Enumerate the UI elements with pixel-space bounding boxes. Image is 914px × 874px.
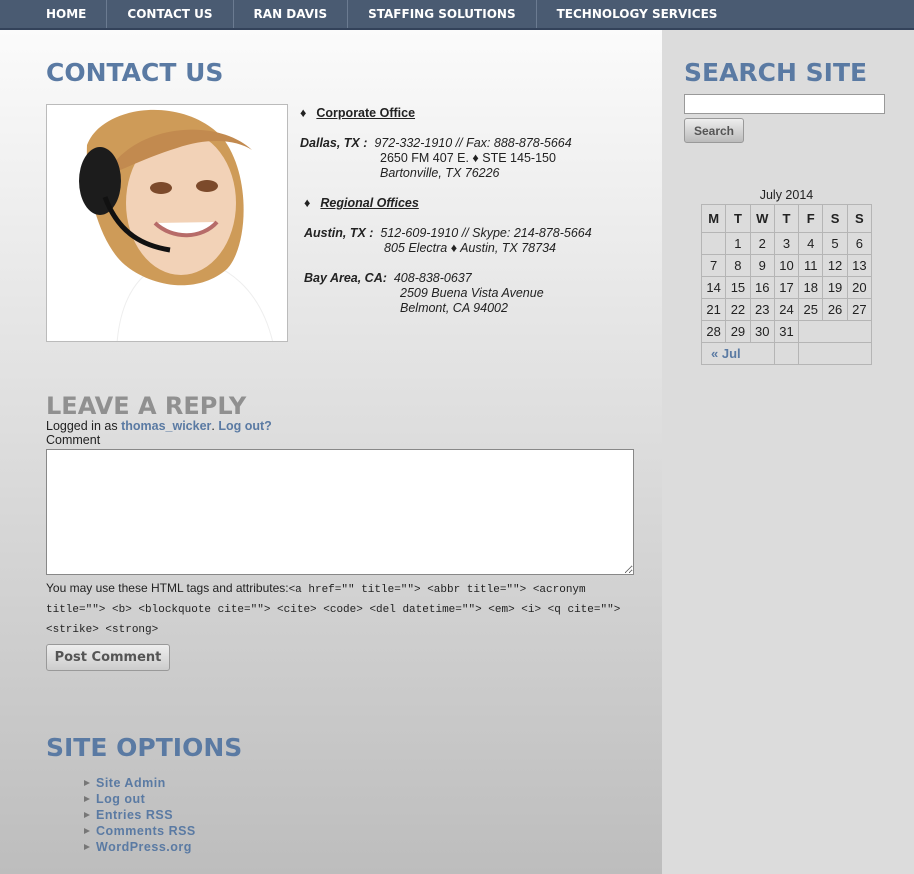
dallas-address-line-2: Bartonville, TX 76226	[380, 166, 500, 180]
nav-staffing-solutions[interactable]: STAFFING SOLUTIONS	[348, 0, 537, 28]
calendar-cell: 8	[725, 254, 751, 277]
main-content: CONTACT US ♦ Corporate Office Dallas, TX …	[0, 30, 662, 874]
calendar-caption: July 2014	[759, 188, 814, 202]
entries-rss-link[interactable]: Entries RSS	[96, 808, 173, 822]
calendar-empty-cell	[798, 320, 872, 343]
page-title: CONTACT US	[46, 58, 224, 87]
calendar-cell: 17	[773, 276, 800, 299]
weekday-header: T	[725, 204, 751, 233]
calendar-cell: 3	[773, 232, 800, 255]
calendar-cell: 14	[700, 276, 727, 299]
office-contact-list: ♦ Corporate Office Dallas, TX : 972-332-1…	[300, 106, 640, 316]
list-item: Log out	[84, 791, 196, 807]
top-navigation: HOME CONTACT US RAN DAVIS STAFFING SOLUT…	[0, 0, 914, 30]
calendar-cell: 18	[798, 276, 824, 299]
search-input[interactable]	[684, 94, 885, 114]
weekday-header: S	[822, 204, 848, 233]
dallas-address-line-1: 2650 FM 407 E. ♦ STE 145-150	[380, 151, 556, 165]
list-item: Comments RSS	[84, 823, 196, 839]
list-item: Site Admin	[84, 775, 196, 791]
site-options-list: Site Admin Log out Entries RSS Comments …	[84, 775, 196, 855]
wordpress-org-link[interactable]: WordPress.org	[96, 840, 192, 854]
calendar-cell: 30	[749, 320, 775, 343]
calendar-cell: 1	[725, 232, 751, 255]
previous-month-link[interactable]: « Jul	[701, 342, 775, 365]
logged-in-status: Logged in as thomas_wicker. Log out?	[46, 419, 272, 433]
leave-reply-title: LEAVE A REPLY	[46, 392, 247, 420]
list-item: Entries RSS	[84, 807, 196, 823]
weekday-header: W	[749, 204, 775, 233]
calendar-empty-cell	[773, 342, 800, 365]
nav-contact-us[interactable]: CONTACT US	[107, 0, 234, 28]
calendar-cell: 31	[773, 320, 800, 343]
calendar-cell: 27	[846, 298, 873, 321]
post-comment-button[interactable]: Post Comment	[46, 644, 170, 671]
nav-home[interactable]: HOME	[26, 0, 108, 28]
allowed-html-tags: You may use these HTML tags and attribut…	[46, 579, 636, 639]
bay-area-phone: 408-838-0637	[393, 271, 472, 285]
weekday-header: S	[846, 204, 873, 233]
diamond-bullet-icon: ♦	[304, 196, 311, 210]
logged-in-prefix: Logged in as	[46, 419, 118, 433]
calendar-cell: 21	[700, 298, 727, 321]
calendar-cell: 16	[749, 276, 775, 299]
customer-service-photo	[46, 104, 288, 342]
diamond-bullet-icon: ♦	[300, 106, 307, 120]
calendar-cell: 5	[822, 232, 848, 255]
calendar-cell: 12	[822, 254, 848, 277]
austin-address: 805 Electra ♦ Austin, TX 78734	[384, 241, 556, 255]
austin-label: Austin, TX :	[304, 226, 374, 240]
calendar-cell: 26	[822, 298, 848, 321]
weekday-header: T	[773, 204, 800, 233]
allowed-tags-prefix: You may use these HTML tags and attribut…	[46, 581, 289, 595]
calendar: July 2014 MTWTFSS 123456 7 8 9 10 11 12 13 14 1…	[700, 188, 873, 365]
bay-area-address-line-2: Belmont, CA 94002	[400, 301, 508, 315]
calendar-cell: 20	[846, 276, 873, 299]
calendar-cell: 10	[773, 254, 800, 277]
calendar-cell: 4	[798, 232, 824, 255]
list-item: WordPress.org	[84, 839, 196, 855]
sidebar: SEARCH SITE Search July 2014 MTWTFSS 123…	[662, 30, 914, 874]
calendar-empty-cell	[798, 342, 872, 365]
weekday-header: M	[700, 204, 727, 233]
search-site-title: SEARCH SITE	[684, 58, 868, 87]
calendar-cell: 29	[725, 320, 751, 343]
calendar-cell: 6	[846, 232, 873, 255]
calendar-cell: 13	[846, 254, 873, 277]
corporate-office-heading: Corporate Office	[316, 106, 416, 120]
weekday-header: F	[798, 204, 824, 233]
logout-link[interactable]: Log out?	[218, 419, 271, 433]
dallas-label: Dallas, TX :	[300, 136, 368, 150]
search-button[interactable]: Search	[684, 118, 744, 143]
comment-textarea[interactable]	[46, 449, 634, 575]
calendar-cell: 19	[822, 276, 848, 299]
calendar-cell: 28	[700, 320, 727, 343]
calendar-cell: 25	[798, 298, 824, 321]
log-out-link[interactable]: Log out	[96, 792, 145, 806]
calendar-cell: 2	[749, 232, 775, 255]
calendar-cell: 7	[700, 254, 727, 277]
bay-area-label: Bay Area, CA:	[304, 271, 387, 285]
calendar-cell: 24	[773, 298, 800, 321]
comment-label: Comment	[46, 433, 101, 447]
austin-phones: 512-609-1910 // Skype: 214-878-5664	[380, 226, 592, 240]
comments-rss-link[interactable]: Comments RSS	[96, 824, 196, 838]
calendar-cell	[700, 232, 727, 255]
calendar-cell: 23	[749, 298, 775, 321]
calendar-cell: 9	[749, 254, 775, 277]
bay-area-address-line-1: 2509 Buena Vista Avenue	[400, 286, 544, 300]
dallas-phones: 972-332-1910 // Fax: 888-878-5664	[374, 136, 572, 150]
calendar-cell: 11	[798, 254, 824, 277]
regional-offices-heading: Regional Offices	[320, 196, 419, 210]
calendar-cell: 22	[725, 298, 751, 321]
calendar-cell: 15	[725, 276, 751, 299]
logged-in-user-link[interactable]: thomas_wicker	[121, 419, 211, 433]
site-admin-link[interactable]: Site Admin	[96, 776, 166, 790]
site-options-title: SITE OPTIONS	[46, 733, 243, 762]
nav-technology-services[interactable]: TECHNOLOGY SERVICES	[537, 0, 738, 28]
nav-ran-davis[interactable]: RAN DAVIS	[234, 0, 349, 28]
